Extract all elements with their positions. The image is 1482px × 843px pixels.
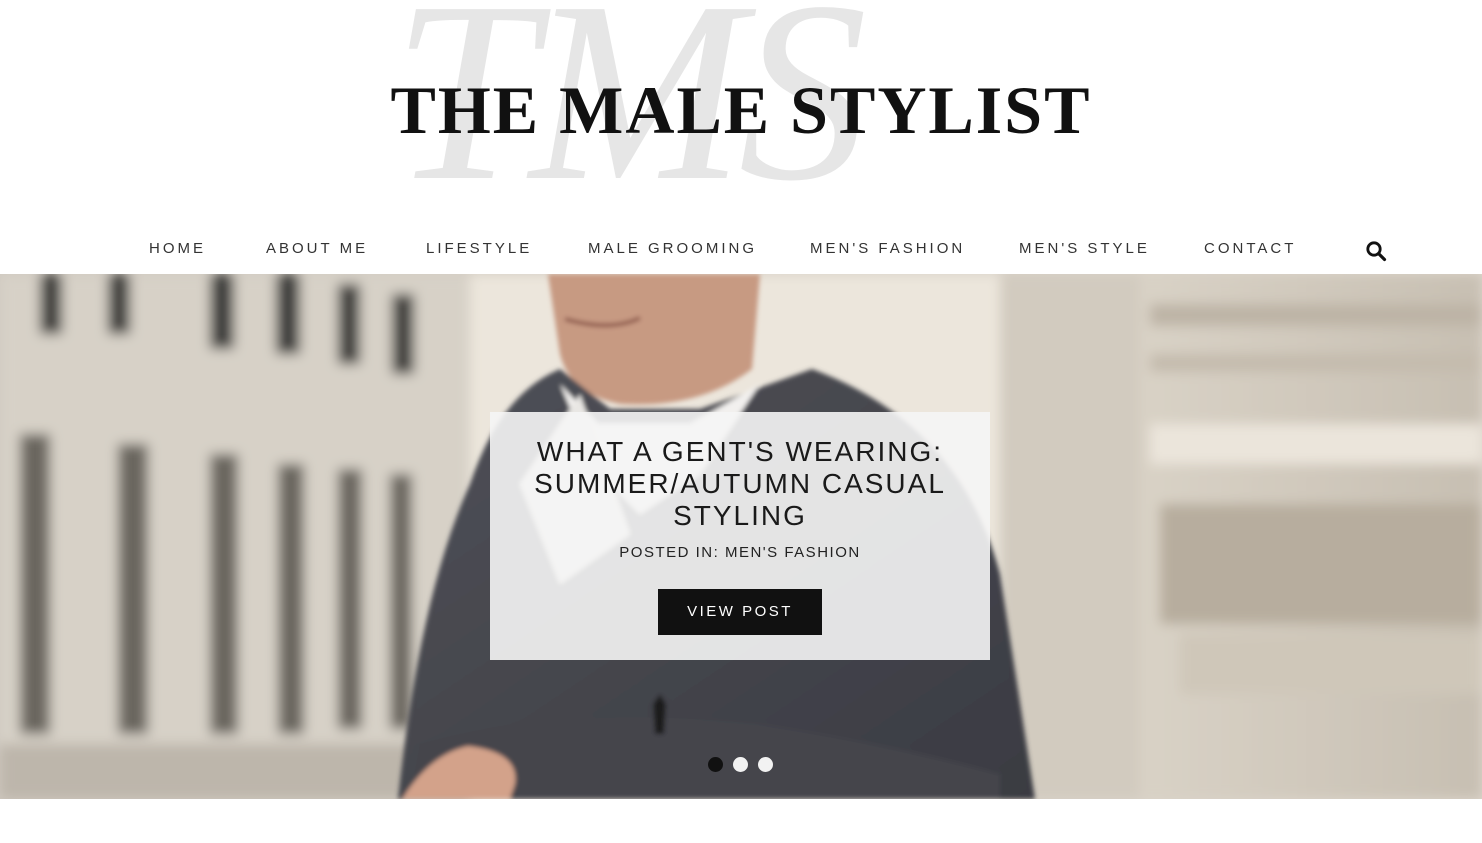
nav-item-mens-style[interactable]: MEN'S STYLE: [1019, 240, 1150, 257]
slider-dot-3[interactable]: [758, 757, 773, 772]
slider-dot-2[interactable]: [733, 757, 748, 772]
site-title[interactable]: THE MALE STYLIST: [0, 70, 1482, 150]
slider-pagination: [0, 757, 1482, 775]
slider-dot-1[interactable]: [708, 757, 723, 772]
view-post-button[interactable]: VIEW POST: [658, 589, 822, 635]
nav-item-contact[interactable]: CONTACT: [1204, 240, 1296, 257]
hero-slider: WHAT A GENT'S WEARING: SUMMER/AUTUMN CAS…: [0, 274, 1482, 799]
site-header: TMS THE MALE STYLIST: [0, 0, 1482, 226]
featured-post-card: WHAT A GENT'S WEARING: SUMMER/AUTUMN CAS…: [490, 412, 990, 660]
nav-item-lifestyle[interactable]: LIFESTYLE: [426, 240, 532, 257]
main-navigation: HOME ABOUT ME LIFESTYLE MALE GROOMING ME…: [0, 226, 1482, 274]
nav-item-male-grooming[interactable]: MALE GROOMING: [588, 240, 757, 257]
post-title[interactable]: WHAT A GENT'S WEARING: SUMMER/AUTUMN CAS…: [510, 436, 970, 532]
nav-item-about-me[interactable]: ABOUT ME: [266, 240, 368, 257]
post-category[interactable]: POSTED IN: MEN'S FASHION: [490, 544, 990, 561]
search-icon[interactable]: [1365, 240, 1387, 262]
nav-item-mens-fashion[interactable]: MEN'S FASHION: [810, 240, 965, 257]
nav-item-home[interactable]: HOME: [149, 240, 206, 257]
